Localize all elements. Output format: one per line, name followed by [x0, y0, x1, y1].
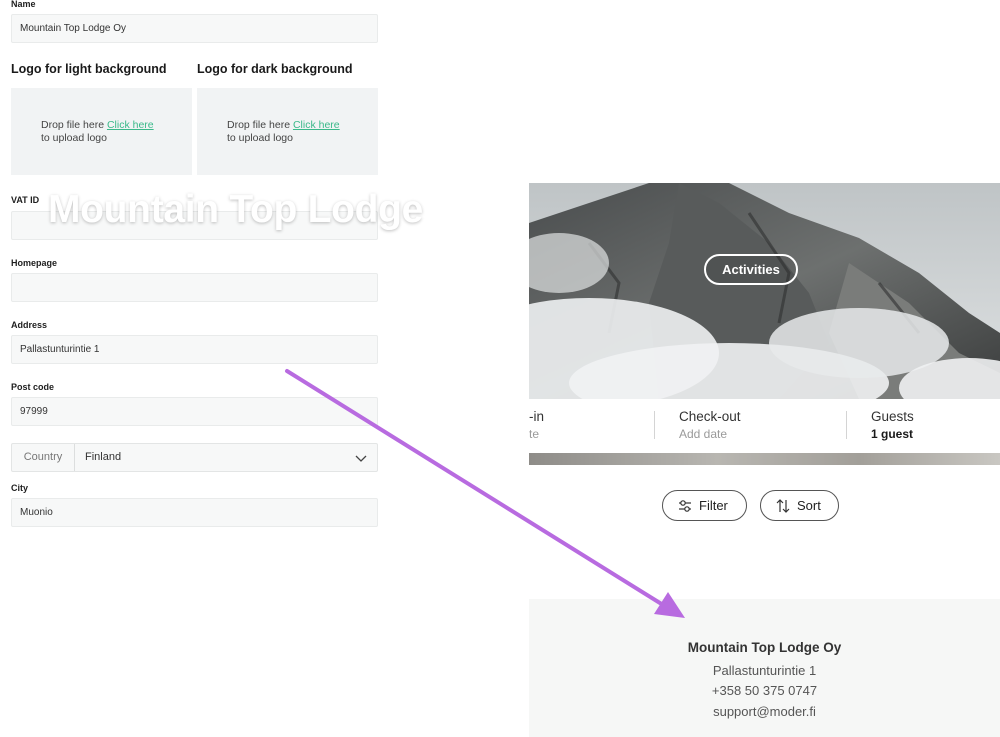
annotation-arrow — [285, 369, 685, 618]
